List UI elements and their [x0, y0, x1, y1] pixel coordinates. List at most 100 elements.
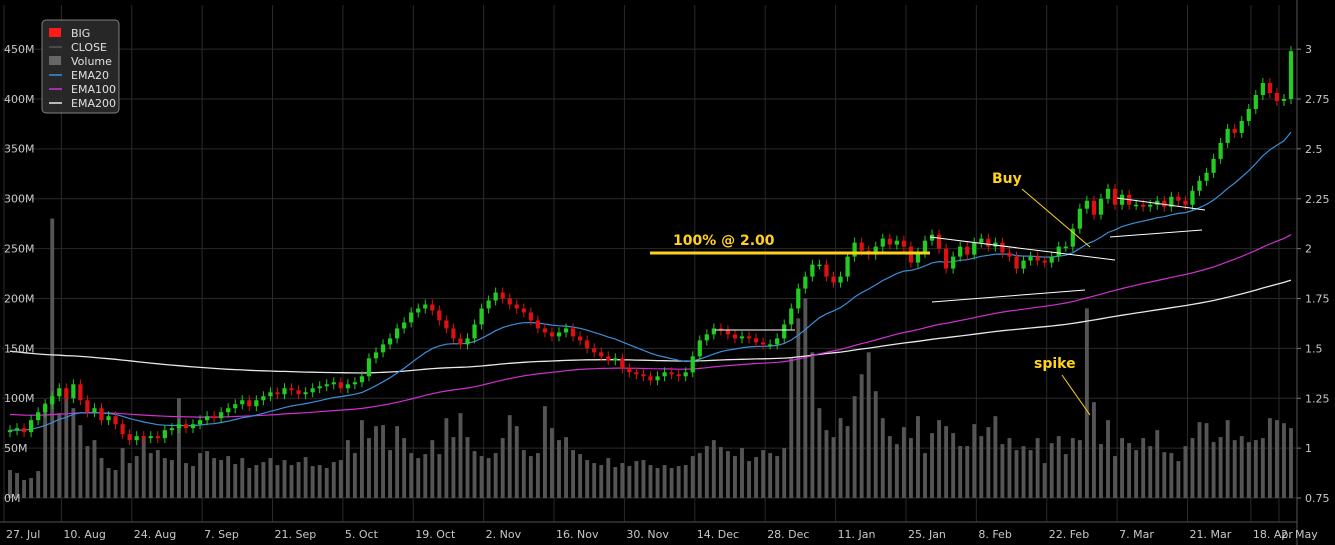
candle-body [753, 338, 759, 343]
volume-bar [521, 450, 526, 498]
candle-body [233, 404, 238, 409]
volume-bar [1239, 436, 1244, 498]
candle-body [387, 338, 393, 345]
right-tick-label: 2.25 [1305, 193, 1330, 206]
x-tick-label: 5. Oct [345, 528, 379, 541]
volume-bar [430, 440, 435, 498]
candle-body [437, 310, 442, 321]
candle-body [162, 430, 167, 439]
candle-body [634, 372, 639, 375]
volume-bar [944, 426, 949, 498]
x-tick-label: 28. Dec [767, 528, 809, 541]
volume-bar [57, 413, 62, 498]
breakout-annotation: 100% @ 2.00 [673, 233, 775, 249]
candle-body [901, 240, 906, 247]
volume-bar [1007, 438, 1012, 498]
x-tick-label: 14. Dec [697, 528, 739, 541]
candle-body [1281, 99, 1287, 101]
candle-body [219, 412, 224, 419]
volume-bar [817, 408, 822, 498]
volume-bar [1021, 446, 1026, 498]
volume-bar [465, 437, 470, 498]
candle-body [606, 356, 611, 361]
volume-bar [36, 471, 41, 498]
volume-bar [937, 420, 942, 498]
candle-body [711, 328, 716, 335]
volume-bar [810, 352, 815, 498]
volume-bar [282, 460, 287, 498]
right-tick-label: 1.25 [1305, 392, 1330, 405]
volume-bar [191, 466, 195, 498]
candle-body [578, 336, 583, 341]
volume-bar [564, 437, 568, 498]
chart-svg: 27. Jul 10. Aug 24. Aug 7. Sep 21. Sep 5. Oct… [0, 0, 1330, 545]
candle-body [134, 436, 139, 441]
volume-bar [212, 458, 217, 498]
left-tick-label: 350M [4, 143, 35, 156]
candle-body [1162, 200, 1167, 207]
x-tick-label: 7. Mar [1119, 528, 1154, 541]
candle-body [36, 412, 41, 421]
legend[interactable]: BIGCLOSEVolumeEMA20EMA100EMA200 [41, 19, 120, 114]
volume-bar [345, 440, 350, 498]
volume-bar [1211, 442, 1216, 498]
volume-bar [472, 451, 477, 498]
buy-annotation: Buy [992, 171, 1022, 187]
x-tick-label: 24. Aug [134, 528, 176, 541]
candle-body [894, 240, 899, 245]
candle-body [789, 308, 794, 325]
volume-bar [1183, 446, 1188, 498]
volume-bar [500, 438, 505, 498]
candle-body [1049, 256, 1054, 263]
volume-bar [451, 437, 456, 498]
candle-body [345, 384, 350, 389]
candle-body [366, 358, 372, 377]
candle-body [141, 436, 146, 439]
volume-bar [1274, 420, 1279, 498]
volume-bar [866, 352, 871, 498]
candle-body [880, 238, 885, 247]
candle-body [296, 390, 301, 395]
volume-bar [416, 458, 421, 498]
x-tick-label: 8. Feb [978, 528, 1011, 541]
volume-bar [528, 456, 533, 498]
volume-bar [1246, 442, 1251, 498]
volume-bar [148, 453, 153, 498]
candle-body [1260, 83, 1265, 96]
volume-bar [535, 453, 540, 498]
volume-bar [1070, 438, 1075, 498]
volume-bar [479, 456, 484, 498]
trendlines [650, 188, 1206, 416]
candle-body [563, 328, 569, 333]
volume-bar [782, 448, 787, 498]
volume-bar [423, 454, 428, 498]
volume-bar [1148, 446, 1153, 498]
candle-body [549, 332, 555, 337]
candle-body [338, 382, 343, 389]
candle-body [64, 388, 69, 399]
candle-body [1204, 172, 1209, 181]
volume-bar [838, 418, 843, 498]
candle-body [14, 428, 20, 431]
candle-body [106, 416, 111, 421]
candle-body [922, 240, 928, 253]
candle-body [669, 372, 674, 375]
candle-body [662, 372, 667, 377]
volume-bar [711, 440, 716, 498]
volume-bar [458, 413, 463, 498]
x-tick-label: 7. Sep [204, 528, 239, 541]
volume-bar [951, 433, 956, 498]
legend-item-label: EMA100 [71, 83, 116, 96]
volume-bar [226, 456, 231, 498]
volume-bar [1260, 438, 1265, 498]
volume-bar [388, 450, 393, 498]
volume-bar [606, 458, 611, 498]
volume-bar [578, 454, 583, 498]
candle-body [282, 388, 287, 395]
volume-bar [986, 427, 991, 498]
candle-body [486, 300, 491, 309]
volume-bar [1127, 443, 1132, 498]
volume-bar [1232, 440, 1237, 498]
volume-bar [571, 450, 576, 498]
candle-body [127, 434, 132, 441]
